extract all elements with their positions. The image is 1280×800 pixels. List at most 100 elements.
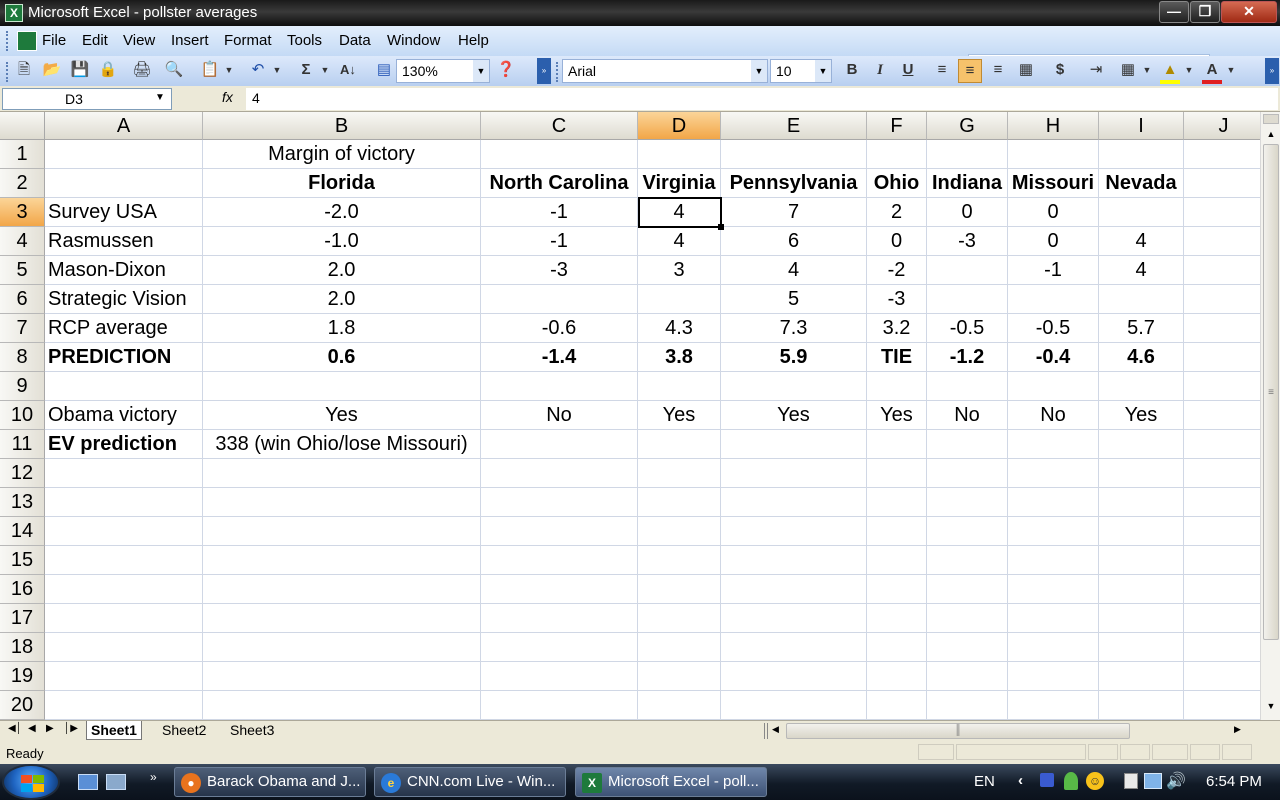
cell-h13[interactable] xyxy=(1008,488,1099,517)
cell-a5[interactable]: Mason-Dixon xyxy=(45,256,203,285)
cell-b1[interactable]: Margin of victory xyxy=(203,140,481,169)
cell-c5[interactable]: -3 xyxy=(481,256,638,285)
cell-e1[interactable] xyxy=(721,140,867,169)
font-size-dropdown-icon[interactable]: ▼ xyxy=(815,60,831,82)
row-header-16[interactable]: 16 xyxy=(0,575,45,604)
restore-icon[interactable]: ❐ xyxy=(1190,1,1220,23)
cell-a19[interactable] xyxy=(45,662,203,691)
cell-h10[interactable]: No xyxy=(1008,401,1099,430)
column-header-f[interactable]: F xyxy=(867,112,927,140)
paste-dropdown-icon[interactable]: ▼ xyxy=(222,59,236,83)
cell-e15[interactable] xyxy=(721,546,867,575)
align-left-icon[interactable]: ≡ xyxy=(930,59,954,83)
cell-j3[interactable] xyxy=(1184,198,1260,227)
cell-i3[interactable] xyxy=(1099,198,1184,227)
cell-h12[interactable] xyxy=(1008,459,1099,488)
underline-icon[interactable]: U xyxy=(896,59,920,83)
help-icon[interactable]: ❓ xyxy=(494,59,518,83)
toolbar-grip[interactable] xyxy=(6,62,10,82)
cell-c17[interactable] xyxy=(481,604,638,633)
cell-j10[interactable] xyxy=(1184,401,1260,430)
cell-i5[interactable]: 4 xyxy=(1099,256,1184,285)
cell-f6[interactable]: -3 xyxy=(867,285,927,314)
cell-a16[interactable] xyxy=(45,575,203,604)
cell-j15[interactable] xyxy=(1184,546,1260,575)
cell-c18[interactable] xyxy=(481,633,638,662)
cell-h8[interactable]: -0.4 xyxy=(1008,343,1099,372)
task-button-ie[interactable]: e CNN.com Live - Win... xyxy=(374,767,566,797)
row-header-8[interactable]: 8 xyxy=(0,343,45,372)
select-all-corner[interactable] xyxy=(0,112,45,140)
cell-b18[interactable] xyxy=(203,633,481,662)
cell-c1[interactable] xyxy=(481,140,638,169)
column-header-j[interactable]: J xyxy=(1184,112,1260,140)
cell-h2[interactable]: Missouri xyxy=(1008,169,1099,198)
close-icon[interactable]: ✕ xyxy=(1221,1,1277,23)
merge-center-icon[interactable]: ▦ xyxy=(1014,59,1038,83)
font-color-dropdown-icon[interactable]: ▼ xyxy=(1224,59,1238,83)
cell-f1[interactable] xyxy=(867,140,927,169)
cell-b15[interactable] xyxy=(203,546,481,575)
cell-i11[interactable] xyxy=(1099,430,1184,459)
network-icon[interactable] xyxy=(1144,773,1162,789)
scroll-down-icon[interactable]: ▼ xyxy=(1263,698,1279,714)
autosum-dropdown-icon[interactable]: ▼ xyxy=(318,59,332,83)
cell-d6[interactable] xyxy=(638,285,721,314)
cell-h4[interactable]: 0 xyxy=(1008,227,1099,256)
language-indicator[interactable]: EN xyxy=(974,773,995,790)
cell-i4[interactable]: 4 xyxy=(1099,227,1184,256)
cell-g1[interactable] xyxy=(927,140,1008,169)
toolbar-options-icon[interactable]: » xyxy=(1265,58,1279,84)
italic-icon[interactable]: I xyxy=(868,59,892,83)
cell-h6[interactable] xyxy=(1008,285,1099,314)
cell-g19[interactable] xyxy=(927,662,1008,691)
cell-i18[interactable] xyxy=(1099,633,1184,662)
row-header-13[interactable]: 13 xyxy=(0,488,45,517)
cell-c2[interactable]: North Carolina xyxy=(481,169,638,198)
menu-insert[interactable]: Insert xyxy=(171,32,209,49)
cell-d5[interactable]: 3 xyxy=(638,256,721,285)
cell-i14[interactable] xyxy=(1099,517,1184,546)
cell-a10[interactable]: Obama victory xyxy=(45,401,203,430)
cell-b7[interactable]: 1.8 xyxy=(203,314,481,343)
cell-c16[interactable] xyxy=(481,575,638,604)
cell-a7[interactable]: RCP average xyxy=(45,314,203,343)
cell-a13[interactable] xyxy=(45,488,203,517)
cell-j18[interactable] xyxy=(1184,633,1260,662)
cell-i8[interactable]: 4.6 xyxy=(1099,343,1184,372)
cell-f12[interactable] xyxy=(867,459,927,488)
sort-ascending-icon[interactable]: A↓ xyxy=(336,59,360,83)
fill-color-dropdown-icon[interactable]: ▼ xyxy=(1182,59,1196,83)
scroll-right-icon[interactable]: ▶ xyxy=(1234,724,1241,735)
new-icon[interactable]: 🗎 xyxy=(12,59,36,83)
cell-g17[interactable] xyxy=(927,604,1008,633)
row-header-11[interactable]: 11 xyxy=(0,430,45,459)
cell-c8[interactable]: -1.4 xyxy=(481,343,638,372)
cell-c12[interactable] xyxy=(481,459,638,488)
cell-i16[interactable] xyxy=(1099,575,1184,604)
cell-b11[interactable]: 338 (win Ohio/lose Missouri) xyxy=(203,430,481,459)
cell-j8[interactable] xyxy=(1184,343,1260,372)
tab-sheet3[interactable]: Sheet3 xyxy=(226,721,278,740)
cell-g6[interactable] xyxy=(927,285,1008,314)
cell-e16[interactable] xyxy=(721,575,867,604)
borders-dropdown-icon[interactable]: ▼ xyxy=(1140,59,1154,83)
cell-h20[interactable] xyxy=(1008,691,1099,720)
cell-h9[interactable] xyxy=(1008,372,1099,401)
row-header-12[interactable]: 12 xyxy=(0,459,45,488)
fill-handle[interactable] xyxy=(718,224,724,230)
volume-icon[interactable]: 🔊 xyxy=(1166,771,1186,791)
cell-a12[interactable] xyxy=(45,459,203,488)
cell-i13[interactable] xyxy=(1099,488,1184,517)
name-box[interactable]: D3 ▼ xyxy=(2,88,172,110)
cell-d7[interactable]: 4.3 xyxy=(638,314,721,343)
cell-i19[interactable] xyxy=(1099,662,1184,691)
column-header-d[interactable]: D xyxy=(638,112,721,140)
cell-j5[interactable] xyxy=(1184,256,1260,285)
clock[interactable]: 6:54 PM xyxy=(1206,773,1262,790)
cell-f7[interactable]: 3.2 xyxy=(867,314,927,343)
document-icon[interactable] xyxy=(17,31,37,51)
messenger-icon[interactable] xyxy=(1064,772,1078,790)
print-icon[interactable]: 🖨 xyxy=(130,59,154,83)
cell-c13[interactable] xyxy=(481,488,638,517)
